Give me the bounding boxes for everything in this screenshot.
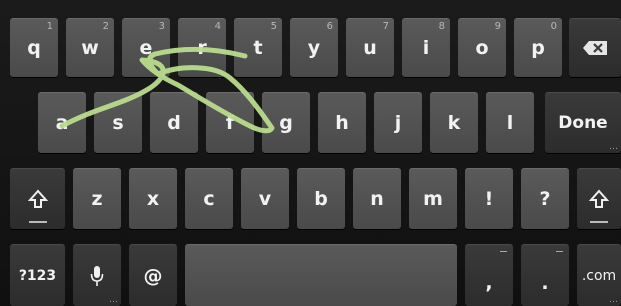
- key-label: d: [167, 112, 181, 134]
- key-label: x: [146, 188, 160, 210]
- more-indicator: …: [609, 295, 618, 305]
- key-label: a: [55, 112, 69, 134]
- key-label: g: [279, 112, 293, 134]
- comma-key[interactable]: ,: [465, 244, 513, 306]
- key-number-hint: 1: [46, 21, 53, 32]
- key-label: w: [81, 37, 99, 59]
- key-label: c: [203, 188, 215, 210]
- key-i[interactable]: i8: [402, 18, 450, 77]
- key-e[interactable]: e3: [122, 18, 170, 77]
- shift-indicator: [590, 221, 608, 223]
- done-key[interactable]: Done …: [545, 92, 621, 153]
- period-label: .: [541, 271, 549, 294]
- key-number-hint: 9: [494, 21, 501, 32]
- dotcom-label: .com: [581, 267, 617, 284]
- alt-char-indicator: [500, 251, 507, 252]
- comma-label: ,: [485, 271, 493, 294]
- key-number-hint: 5: [270, 21, 277, 32]
- key-h[interactable]: h: [318, 92, 366, 153]
- key-label: y: [307, 37, 321, 59]
- more-indicator: …: [609, 142, 618, 152]
- key-g[interactable]: g: [262, 92, 310, 153]
- key-label: r: [197, 37, 207, 59]
- key-z[interactable]: z: [73, 168, 121, 229]
- key-l[interactable]: l: [486, 92, 534, 153]
- more-indicator: …: [109, 295, 118, 305]
- shift-key-right[interactable]: [577, 168, 621, 229]
- key-label: v: [258, 188, 272, 210]
- key-a[interactable]: a: [38, 92, 86, 153]
- key-x[interactable]: x: [129, 168, 177, 229]
- key-label: ?: [539, 188, 551, 210]
- key-label: o: [475, 37, 489, 59]
- key-r[interactable]: r4: [178, 18, 226, 77]
- at-label: @: [143, 264, 163, 287]
- key-t[interactable]: t5: [234, 18, 282, 77]
- key-label: u: [363, 37, 377, 59]
- period-key[interactable]: .: [521, 244, 569, 306]
- key-w[interactable]: w2: [66, 18, 114, 77]
- key-label: j: [394, 112, 402, 134]
- key-s[interactable]: s: [94, 92, 142, 153]
- key-label: m: [423, 188, 443, 210]
- symbols-label: ?123: [18, 267, 57, 284]
- key-label: h: [335, 112, 349, 134]
- key-number-hint: 3: [158, 21, 165, 32]
- key-label: i: [422, 37, 430, 59]
- dotcom-key[interactable]: .com …: [577, 244, 621, 306]
- key-label: !: [484, 188, 494, 210]
- key-c[interactable]: c: [185, 168, 233, 229]
- at-key[interactable]: @: [129, 244, 177, 306]
- microphone-icon: [90, 265, 104, 287]
- key-j[interactable]: j: [374, 92, 422, 153]
- key-number-hint: 8: [438, 21, 445, 32]
- key-label: k: [447, 112, 461, 134]
- key-m[interactable]: m: [409, 168, 457, 229]
- key-p[interactable]: p0: [514, 18, 562, 77]
- key-number-hint: 0: [550, 21, 557, 32]
- key-u[interactable]: u7: [346, 18, 394, 77]
- key-o[interactable]: o9: [458, 18, 506, 77]
- symbols-key[interactable]: ?123: [10, 244, 65, 306]
- key-number-hint: 7: [382, 21, 389, 32]
- key-k[interactable]: k: [430, 92, 478, 153]
- key-b[interactable]: b: [297, 168, 345, 229]
- key-number-hint: 6: [326, 21, 333, 32]
- key-y[interactable]: y6: [290, 18, 338, 77]
- alt-char-indicator: [556, 251, 563, 252]
- key-d[interactable]: d: [150, 92, 198, 153]
- key-label: t: [253, 37, 263, 59]
- voice-input-key[interactable]: …: [73, 244, 121, 306]
- key-exclamation[interactable]: !: [465, 168, 513, 229]
- key-label: s: [112, 112, 124, 134]
- key-label: z: [91, 188, 103, 210]
- done-label: Done: [558, 113, 608, 133]
- key-v[interactable]: v: [241, 168, 289, 229]
- key-label: b: [314, 188, 328, 210]
- shift-arrow-icon: [27, 189, 48, 209]
- shift-arrow-icon: [589, 189, 609, 209]
- backspace-icon: [583, 41, 607, 55]
- key-label: l: [506, 112, 514, 134]
- key-label: p: [531, 37, 545, 59]
- shift-indicator: [28, 221, 47, 223]
- key-q[interactable]: q1: [10, 18, 58, 77]
- key-f[interactable]: f: [206, 92, 254, 153]
- key-number-hint: 2: [102, 21, 109, 32]
- key-label: n: [370, 188, 384, 210]
- key-number-hint: 4: [214, 21, 221, 32]
- key-label: e: [139, 37, 153, 59]
- keyboard: q1w2e3r4t5y6u7i8o9p0 asdfghjkl Done … zx…: [0, 0, 621, 306]
- backspace-key[interactable]: [569, 18, 621, 77]
- key-question[interactable]: ?: [521, 168, 569, 229]
- space-key[interactable]: [185, 244, 457, 306]
- shift-key-left[interactable]: [10, 168, 65, 229]
- key-label: q: [27, 37, 41, 59]
- key-label: f: [225, 112, 235, 134]
- key-n[interactable]: n: [353, 168, 401, 229]
